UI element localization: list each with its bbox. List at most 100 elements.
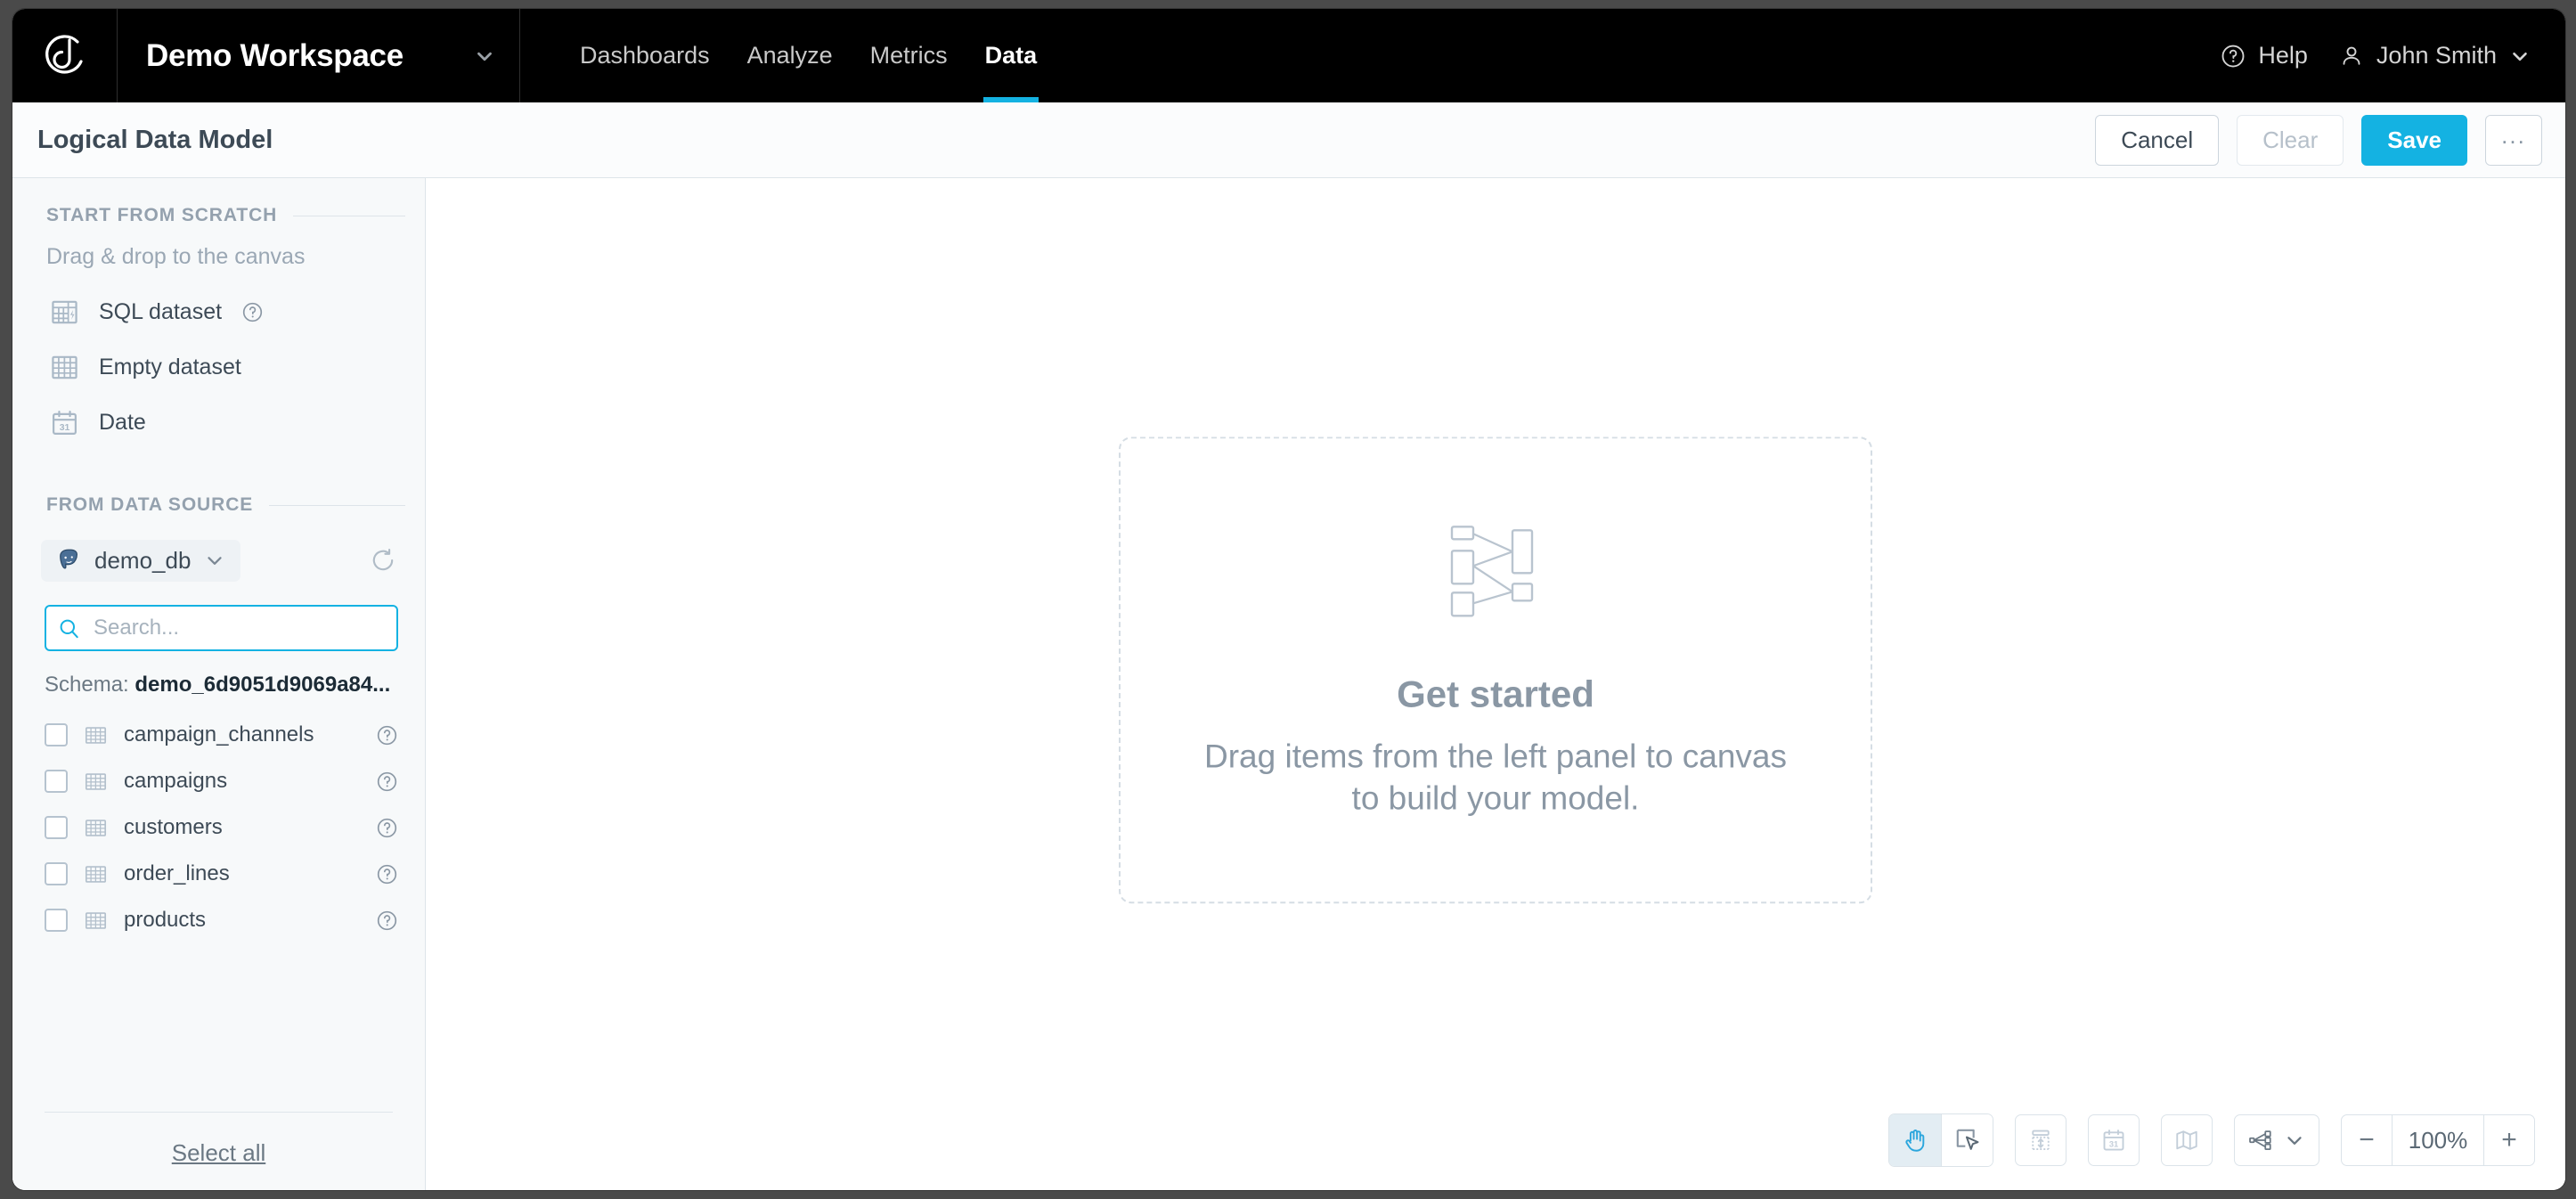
scratch-section-title: START FROM SCRATCH [46, 205, 278, 225]
datasource-section-title: FROM DATA SOURCE [46, 494, 254, 515]
table-checkbox[interactable] [45, 770, 68, 793]
svg-text:31: 31 [60, 423, 70, 433]
scratch-item-label: Empty dataset [99, 354, 241, 379]
help-button[interactable]: Help [2220, 42, 2308, 69]
scratch-hint: Drag & drop to the canvas [46, 244, 306, 269]
hierarchy-icon [2249, 1130, 2271, 1150]
map-icon [2176, 1130, 2197, 1150]
table-name: campaigns [124, 769, 228, 793]
datasource-section-header: FROM DATA SOURCE [12, 494, 425, 516]
model-canvas[interactable]: Get started Drag items from the left pan… [426, 178, 2565, 1190]
calendar-icon: 31 [2103, 1130, 2124, 1151]
table-row[interactable]: customers [12, 804, 425, 851]
user-name-label: John Smith [2376, 42, 2497, 69]
canvas-toolbar: 31 − 100% + [1888, 1113, 2535, 1167]
datasource-search-box[interactable] [45, 605, 398, 651]
pointer-tool-group [1888, 1113, 1993, 1167]
save-button[interactable]: Save [2361, 115, 2467, 166]
scratch-item-list: SQL dataset Empty dataset 31 Date [12, 284, 425, 450]
zoom-level-label[interactable]: 100% [2392, 1115, 2484, 1165]
svg-text:31: 31 [2109, 1140, 2118, 1149]
scratch-item-label: Date [99, 409, 146, 435]
table-name: products [124, 908, 207, 932]
date-dimension-button[interactable]: 31 [2088, 1114, 2140, 1166]
minimap-button[interactable] [2161, 1114, 2213, 1166]
sidebar-footer: Select all [12, 1112, 425, 1190]
scratch-item-sql-dataset[interactable]: SQL dataset [12, 284, 425, 339]
refresh-icon[interactable] [368, 545, 398, 575]
zoom-controls: − 100% + [2341, 1114, 2535, 1166]
tab-metrics-label: Metrics [869, 42, 948, 69]
question-circle-icon[interactable] [376, 909, 398, 932]
cursor-select-icon [1956, 1129, 1978, 1150]
question-circle-icon[interactable] [241, 301, 264, 323]
sql-table-icon [52, 300, 77, 323]
table-checkbox[interactable] [45, 816, 68, 839]
question-circle-icon[interactable] [376, 863, 398, 885]
scratch-item-date[interactable]: 31 Date [12, 395, 425, 450]
table-grid-icon [85, 911, 107, 929]
hand-icon [1905, 1130, 1925, 1152]
workspace-title: Demo Workspace [146, 37, 404, 73]
table-grid-icon [52, 355, 77, 379]
scratch-item-empty-dataset[interactable]: Empty dataset [12, 339, 425, 395]
chevron-down-icon [477, 52, 492, 61]
table-checkbox[interactable] [45, 862, 68, 885]
page-title: Logical Data Model [37, 125, 273, 154]
more-options-button[interactable]: ... [2485, 115, 2542, 166]
postgresql-icon [60, 549, 78, 569]
table-grid-icon [85, 772, 107, 790]
left-sidebar: START FROM SCRATCH Drag & drop to the ca… [12, 178, 426, 1190]
calendar-icon: 31 [53, 410, 77, 435]
tab-data[interactable]: Data [966, 9, 1056, 102]
toolbar-action-buttons: Cancel Clear Save ... [2095, 102, 2542, 178]
fit-to-screen-button[interactable] [2015, 1114, 2067, 1166]
empty-state-panel: Get started Drag items from the left pan… [1119, 436, 1872, 904]
divider [45, 1112, 393, 1113]
select-all-link[interactable]: Select all [12, 1139, 425, 1167]
clear-button[interactable]: Clear [2237, 115, 2344, 166]
table-name: campaign_channels [124, 722, 314, 746]
cancel-button[interactable]: Cancel [2095, 115, 2220, 166]
schema-value: demo_6d9051d9069a84... [135, 673, 391, 697]
schema-label: Schema: [45, 673, 129, 697]
question-circle-icon[interactable] [376, 724, 398, 746]
datasource-name: demo_db [94, 546, 192, 574]
empty-state-title: Get started [1397, 672, 1594, 714]
select-tool-button[interactable] [1941, 1114, 1993, 1166]
table-checkbox[interactable] [45, 723, 68, 746]
question-circle-icon [2221, 45, 2245, 67]
datasource-search-input[interactable] [92, 615, 386, 641]
pan-tool-button[interactable] [1889, 1114, 1941, 1166]
workspace-selector[interactable]: Demo Workspace [118, 9, 520, 102]
table-grid-icon [85, 865, 107, 883]
table-grid-icon [85, 819, 107, 836]
zoom-in-button[interactable]: + [2484, 1115, 2534, 1165]
scratch-item-label: SQL dataset [99, 298, 223, 324]
auto-layout-button[interactable] [2234, 1114, 2319, 1166]
app-logo[interactable] [12, 9, 118, 102]
question-circle-icon[interactable] [376, 771, 398, 793]
model-graph-icon [1450, 525, 1534, 617]
main-nav-tabs: Dashboards Analyze Metrics Data [520, 9, 1056, 102]
tab-analyze[interactable]: Analyze [729, 9, 852, 102]
chevron-down-icon [2513, 52, 2527, 61]
divider [269, 504, 405, 506]
chevron-down-icon [208, 557, 223, 565]
zoom-out-button[interactable]: − [2342, 1115, 2392, 1165]
table-row[interactable]: products [12, 897, 425, 943]
tab-dashboards[interactable]: Dashboards [561, 9, 729, 102]
table-row[interactable]: order_lines [12, 851, 425, 897]
tab-data-label: Data [984, 42, 1038, 69]
table-name: customers [124, 815, 223, 839]
tab-metrics[interactable]: Metrics [852, 9, 966, 102]
page-toolbar: Logical Data Model Cancel Clear Save ... [12, 102, 2565, 253]
user-menu[interactable]: John Smith [2338, 42, 2531, 69]
table-row[interactable]: campaigns [12, 758, 425, 804]
table-checkbox[interactable] [45, 909, 68, 932]
scratch-section-header: START FROM SCRATCH [12, 205, 425, 226]
table-row[interactable]: campaign_channels [12, 712, 425, 758]
datasource-selector[interactable]: demo_db [41, 539, 241, 582]
question-circle-icon[interactable] [376, 817, 398, 839]
topbar-right-actions: Help John Smith [2220, 9, 2565, 102]
